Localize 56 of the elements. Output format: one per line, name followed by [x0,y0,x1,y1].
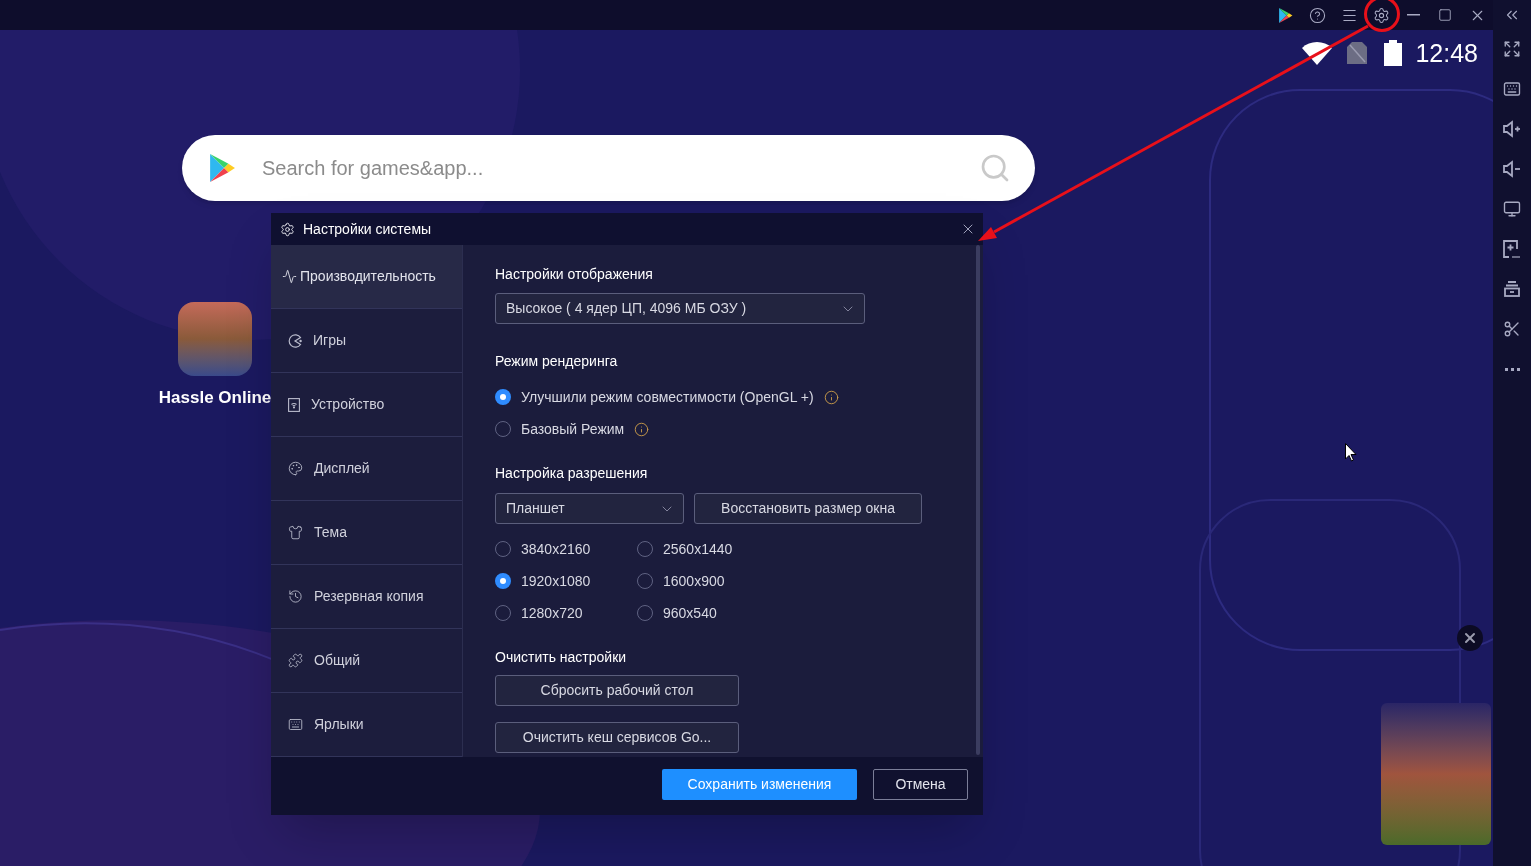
section-heading: Очистить настройки [495,648,627,666]
keyboard-icon [288,717,303,732]
search-input[interactable]: Search for games&app... [262,153,979,183]
cancel-button[interactable]: Отмена [873,769,968,800]
radio-option[interactable]: 1600x900 [637,572,725,590]
radio-option[interactable]: 3840x2160 [495,540,591,558]
info-icon[interactable] [823,389,839,405]
add-apk-icon [1503,240,1521,258]
shirt-icon [288,525,303,540]
pulse-icon [282,269,297,284]
pacman-icon [288,333,302,348]
palette-icon [288,461,303,476]
close-icon [1462,630,1478,646]
info-icon[interactable] [634,421,650,437]
play-store-icon [208,154,236,182]
app-label: Hassle Online [158,388,272,408]
restore-window-button[interactable]: Восстановить размер окна [694,493,922,524]
stack-icon [1504,281,1520,297]
radio-option[interactable]: 960x540 [637,604,717,622]
device-type-dropdown[interactable]: Планшет [495,493,684,524]
cursor-icon [1345,443,1357,462]
app-icon[interactable] [178,302,252,376]
reset-button[interactable]: Очистить кеш сервисов Go... [495,722,739,753]
keyboard-icon [1503,80,1521,98]
monitor-icon [1503,200,1521,218]
tablet-icon [288,397,300,412]
settings-icon [280,221,295,237]
scissors-icon [1503,320,1521,338]
history-icon [288,589,303,604]
puzzle-icon [288,653,303,668]
help-icon [1308,6,1326,24]
section-heading: Режим рендеринга [495,352,618,370]
performance-dropdown[interactable]: Высокое ( 4 ядер ЦП, 4096 МБ ОЗУ ) [495,293,865,324]
wifi-icon [1301,40,1334,65]
radio-option[interactable]: Базовый Режим [495,420,625,438]
expand-icon [1503,40,1521,58]
radio-option[interactable]: 1920x1080 [495,572,591,590]
battery-icon [1384,39,1403,66]
search-bar[interactable]: Search for games&app... [182,135,1035,201]
play-store-icon [1277,7,1293,23]
section-heading: Настройка разрешения [495,464,648,482]
radio-option[interactable]: 1280x720 [495,604,583,622]
volume-up-icon [1503,120,1521,138]
minimize-icon [1406,14,1420,16]
radio-option[interactable]: 2560x1440 [637,540,733,558]
volume-down-icon [1503,160,1521,178]
clock-time: 12:48 [1415,37,1478,68]
section-heading: Настройки отображения [495,265,653,283]
radio-option[interactable]: Улучшили режим совместимости (OpenGL +) [495,388,814,406]
reset-button[interactable]: Сбросить рабочий стол [495,675,739,706]
maximize-icon [1438,8,1452,22]
nav-item[interactable]: Производительность [271,245,462,309]
settings-icon [1372,6,1390,24]
dialog-title: Настройки системы [303,219,432,239]
scrollbar[interactable] [976,245,980,755]
more-icon [1504,367,1520,371]
